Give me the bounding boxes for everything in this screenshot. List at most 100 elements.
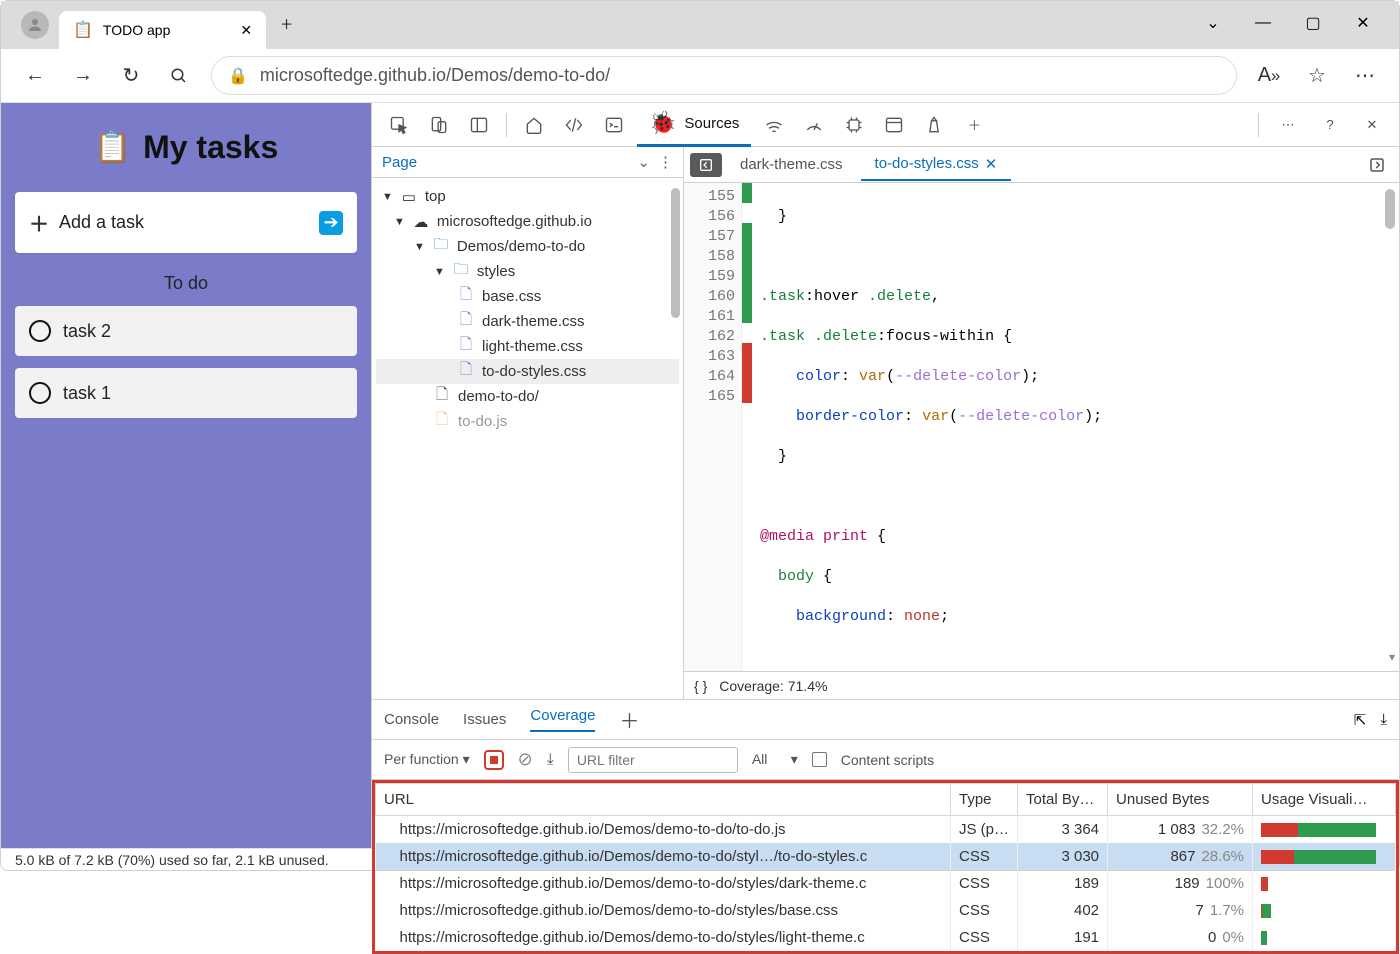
new-tab-button[interactable]: ＋ [272,6,301,41]
add-task-label: Add a task [59,212,144,233]
close-icon: ✕ [985,155,998,173]
sources-tab-label: Sources [684,115,739,132]
task-item[interactable]: task 1 [15,368,357,418]
more-tabs-icon[interactable] [1361,156,1393,174]
lighthouse-icon[interactable] [917,108,951,142]
refresh-button[interactable]: ↻ [115,60,147,92]
table-row[interactable]: https://microsoftedge.github.io/Demos/de… [376,843,1396,870]
task-label: task 2 [63,321,111,342]
sources-tab[interactable]: 🐞 Sources [637,103,751,147]
clipboard-icon: 📋 [94,130,131,165]
close-icon[interactable]: ✕ [240,22,252,39]
search-icon[interactable] [163,60,195,92]
expand-drawer-icon[interactable]: ⇱ [1354,711,1367,729]
file-tree[interactable]: ▼▭top ▼☁microsoftedge.github.io ▼🗀Demos/… [372,178,683,440]
export-icon[interactable]: ⤓ [547,751,554,769]
code-tab[interactable]: dark-theme.css [726,150,857,179]
address-bar: ← → ↻ 🔒 microsoftedge.github.io/Demos/de… [1,49,1399,103]
app-title: My tasks [143,129,278,166]
scrollbar[interactable] [1385,189,1395,229]
application-icon[interactable] [877,108,911,142]
nav-files-icon[interactable] [690,153,722,177]
back-button[interactable]: ← [19,60,51,92]
help-icon[interactable]: ? [1313,108,1347,142]
settings-icon[interactable]: ⋯ [1349,60,1381,92]
code-tab[interactable]: to-do-styles.css✕ [861,149,1012,181]
forward-button[interactable]: → [67,60,99,92]
profile-avatar[interactable] [21,11,49,39]
scroll-down-icon[interactable]: ▾ [1389,650,1395,665]
pretty-print-icon[interactable]: { } [694,678,707,694]
device-icon[interactable] [422,108,456,142]
favorite-icon[interactable]: ☆ [1301,60,1333,92]
submit-icon[interactable]: ➔ [319,211,343,235]
close-devtools-icon[interactable]: ✕ [1355,108,1389,142]
col-viz[interactable]: Usage Visuali… [1253,784,1396,816]
chevron-down-icon[interactable]: ⌄ [637,153,650,171]
browser-tab[interactable]: 📋 TODO app ✕ [59,11,266,49]
radio-icon[interactable] [29,320,51,342]
devtools-toolbar: 🐞 Sources ＋ ⋯ ? ✕ [372,103,1399,147]
drawer-tab-issues[interactable]: Issues [463,711,506,728]
type-filter[interactable]: All ▾ [752,751,798,768]
url-filter-input[interactable] [568,747,738,773]
add-drawer-tab-icon[interactable]: ＋ [619,705,639,734]
page-tree: Page ⌄ ⋮ ▼▭top ▼☁microsoftedge.github.io… [372,147,684,699]
col-type[interactable]: Type [951,784,1018,816]
page-tab-label[interactable]: Page [382,154,417,171]
network-icon[interactable] [757,108,791,142]
coverage-table-wrapper: URL Type Total By… Unused Bytes Usage Vi… [372,780,1399,954]
browser-titlebar: 📋 TODO app ✕ ＋ ⌄ — ▢ ✕ [1,1,1399,49]
console-icon[interactable] [597,108,631,142]
code-editor[interactable]: 155156157158159160161162163164165 } .tas… [684,183,1399,671]
coverage-toolbar: Per function ▾ ⊘ ⤓ All ▾ Content scripts [372,740,1399,780]
url-field[interactable]: 🔒 microsoftedge.github.io/Demos/demo-to-… [211,56,1237,95]
content-scripts-label: Content scripts [841,752,934,768]
chevron-down-icon[interactable]: ⌄ [1197,7,1229,39]
col-unused[interactable]: Unused Bytes [1108,784,1253,816]
table-row[interactable]: https://microsoftedge.github.io/Demos/de… [376,870,1396,897]
table-row[interactable]: https://microsoftedge.github.io/Demos/de… [376,897,1396,924]
performance-icon[interactable] [797,108,831,142]
code-pane: dark-theme.css to-do-styles.css✕ 1551561… [684,147,1399,699]
collapse-drawer-icon[interactable]: ⤓ [1380,711,1387,729]
sources-panel: Page ⌄ ⋮ ▼▭top ▼☁microsoftedge.github.io… [372,147,1399,700]
table-row[interactable]: https://microsoftedge.github.io/Demos/de… [376,816,1396,844]
close-window-button[interactable]: ✕ [1347,7,1379,39]
dock-icon[interactable] [462,108,496,142]
maximize-button[interactable]: ▢ [1297,7,1329,39]
coverage-status: Coverage: 71.4% [719,678,827,694]
task-label: task 1 [63,383,111,404]
read-aloud-icon[interactable]: A» [1253,60,1285,92]
record-button[interactable] [484,750,504,770]
memory-icon[interactable] [837,108,871,142]
col-url[interactable]: URL [376,784,951,816]
per-function-select[interactable]: Per function ▾ [384,751,470,768]
tab-favicon: 📋 [73,20,93,40]
app-panel: 📋 My tasks ＋ Add a task ➔ To do task 2 t… [1,103,371,848]
drawer-tab-coverage[interactable]: Coverage [530,707,595,732]
tab-title: TODO app [103,22,170,38]
bug-icon: 🐞 [649,110,676,136]
welcome-icon[interactable] [517,108,551,142]
kebab-icon[interactable]: ⋮ [658,153,673,171]
url-text: microsoftedge.github.io/Demos/demo-to-do… [260,65,610,86]
task-item[interactable]: task 2 [15,306,357,356]
elements-icon[interactable] [557,108,591,142]
window-controls: ⌄ — ▢ ✕ [1197,7,1399,49]
drawer-tab-console[interactable]: Console [384,711,439,728]
add-task-input[interactable]: ＋ Add a task ➔ [15,192,357,253]
kebab-icon[interactable]: ⋯ [1271,108,1305,142]
more-panels-icon[interactable]: ＋ [957,108,991,142]
clear-icon[interactable]: ⊘ [518,749,533,770]
plus-icon: ＋ [29,208,49,237]
table-row[interactable]: https://microsoftedge.github.io/Demos/de… [376,924,1396,951]
devtools-drawer: Console Issues Coverage ＋ ⇱ ⤓ Per functi… [372,700,1399,954]
minimize-button[interactable]: — [1247,7,1279,39]
scrollbar[interactable] [671,188,680,318]
radio-icon[interactable] [29,382,51,404]
content-scripts-checkbox[interactable] [812,752,827,767]
col-total[interactable]: Total By… [1018,784,1108,816]
coverage-table[interactable]: URL Type Total By… Unused Bytes Usage Vi… [375,783,1396,951]
inspect-icon[interactable] [382,108,416,142]
